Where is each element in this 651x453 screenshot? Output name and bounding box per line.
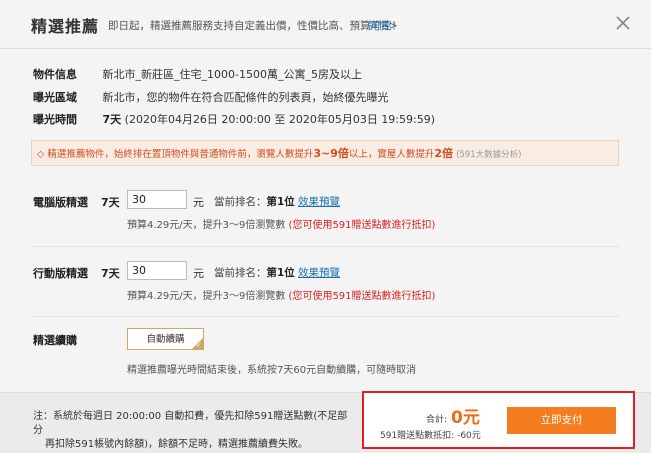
check-icon: ✓	[196, 341, 202, 349]
billing-note-line1: 注：系統於每週日 20:00:00 自動扣費，優先扣除591贈送點數(不足部分	[33, 411, 348, 436]
mobile-rank-value: 第1位	[266, 267, 295, 279]
billing-note: 注：系統於每週日 20:00:00 自動扣費，優先扣除591贈送點數(不足部分 …	[33, 410, 353, 452]
pc-featured-label: 電腦版精選	[33, 196, 88, 209]
mobile-price-input[interactable]	[127, 261, 187, 280]
warning-banner: ◇ 精選推薦物件，始終排在置頂物件與普通物件前，瀏覽人數提升3~9倍以上，實屋人…	[31, 140, 619, 166]
warning-highlight-visits: 2倍	[434, 147, 454, 160]
pc-unit: 元	[193, 196, 204, 209]
dialog-title: 精選推薦	[31, 17, 100, 36]
mobile-budget-note: (您可使用591贈送點數進行抵扣)	[288, 291, 436, 302]
renew-note: 精選推薦曝光時間結束後，系統按7天60元自動續購，可隨時取消	[127, 365, 417, 376]
pc-rank-value: 第1位	[266, 196, 295, 208]
mobile-preview-link[interactable]: 效果預覽	[298, 265, 340, 280]
pc-preview-link[interactable]: 效果預覽	[298, 194, 340, 209]
pc-rank-label: 當前排名：	[214, 196, 267, 208]
exposure-area-label: 曝光區域	[33, 91, 77, 104]
pc-rank: 當前排名：第1位	[214, 194, 295, 209]
mobile-rank: 當前排名：第1位	[214, 265, 295, 280]
pc-budget-note: (您可使用591贈送點數進行抵扣)	[288, 220, 436, 231]
close-icon[interactable]	[612, 12, 634, 34]
exposure-area-row: 曝光區域 新北市，您的物件在符合匹配條件的列表頁，始終優先曝光	[33, 89, 389, 105]
featured-recommendation-dialog: 精選推薦 即日起，精選推薦服務支持自定義出價，性價比高、預算可控！ 詳情> 物件…	[0, 0, 651, 453]
billing-note-line2: 再扣除591帳號內餘額)，餘額不足時，精選推薦續費失敗。	[45, 439, 308, 450]
warning-prefix: ◇ 精選推薦物件，始終排在置頂物件與普通物件前，瀏覽人數提升	[37, 149, 314, 160]
pay-now-button[interactable]: 立即支付	[507, 407, 616, 434]
mobile-unit: 元	[193, 267, 204, 280]
warning-source: (591大數據分析)	[456, 150, 522, 160]
property-info-label: 物件信息	[33, 68, 77, 81]
pc-price-input[interactable]	[127, 190, 187, 209]
mobile-rank-label: 當前排名：	[214, 267, 267, 279]
pc-budget-text: 預算4.29元/天，提升3～9倍瀏覽數	[127, 220, 286, 231]
header-description: 即日起，精選推薦服務支持自定義出價，性價比高、預算可控！	[108, 20, 402, 32]
total-label: 合計:	[426, 415, 448, 425]
property-info-value: 新北市_新莊區_住宅_1000-1500萬_公寓_5房及以上	[102, 68, 362, 81]
renew-label: 精選續購	[33, 334, 77, 347]
details-link[interactable]: 詳情>	[368, 18, 398, 33]
total-value: 0元	[451, 408, 480, 428]
points-deduction: 591贈送點數抵扣: -60元	[380, 431, 481, 441]
warning-highlight-views: 3~9倍	[313, 147, 349, 160]
auto-renew-toggle[interactable]: 自動續購 ✓	[127, 328, 204, 350]
dialog-header: 精選推薦 即日起，精選推薦服務支持自定義出價，性價比高、預算可控！ 詳情>	[0, 0, 651, 49]
mobile-featured-label: 行動版精選	[33, 267, 88, 280]
pc-budget: 預算4.29元/天，提升3～9倍瀏覽數 (您可使用591贈送點數進行抵扣)	[127, 216, 435, 231]
exposure-time-row: 曝光時間 7天 (2020年04月26日 20:00:00 至 2020年05月…	[33, 111, 435, 127]
divider	[31, 316, 619, 317]
exposure-time-range: (2020年04月26日 20:00:00 至 2020年05月03日 19:5…	[124, 113, 436, 126]
mobile-days: 7天	[101, 267, 120, 280]
pc-days: 7天	[101, 196, 120, 209]
mobile-budget: 預算4.29元/天，提升3～9倍瀏覽數 (您可使用591贈送點數進行抵扣)	[127, 287, 435, 302]
property-info-row: 物件信息 新北市_新莊區_住宅_1000-1500萬_公寓_5房及以上	[33, 66, 362, 82]
mobile-budget-text: 預算4.29元/天，提升3～9倍瀏覽數	[127, 291, 286, 302]
exposure-time-days: 7天	[102, 113, 122, 126]
auto-renew-label: 自動續購	[146, 334, 185, 345]
divider	[31, 246, 619, 247]
exposure-area-value: 新北市，您的物件在符合匹配條件的列表頁，始終優先曝光	[102, 91, 389, 104]
exposure-time-label: 曝光時間	[33, 113, 77, 126]
warning-middle: 以上，實屋人數提升	[348, 149, 435, 160]
